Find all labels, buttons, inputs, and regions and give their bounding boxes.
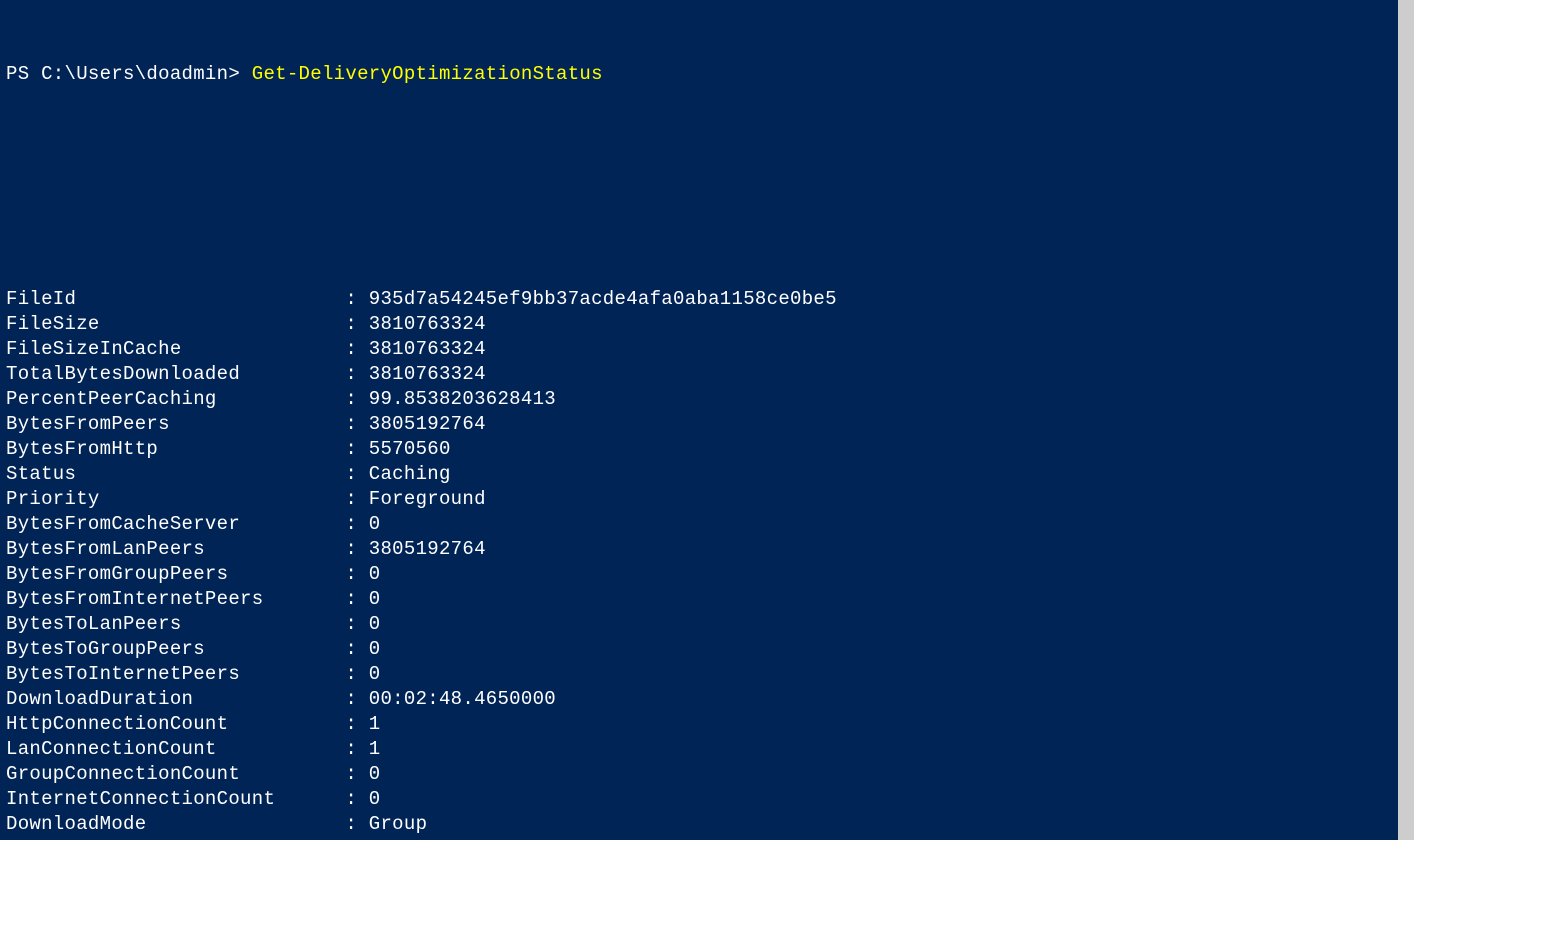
command-text: Get-DeliveryOptimizationStatus xyxy=(252,63,603,85)
output-row: PercentPeerCaching : 99.8538203628413 xyxy=(6,387,1392,412)
output-row: TotalBytesDownloaded : 3810763324 xyxy=(6,362,1392,387)
output-row: InternetConnectionCount : 0 xyxy=(6,787,1392,812)
output-row: FileSize : 3810763324 xyxy=(6,312,1392,337)
output-row: BytesFromInternetPeers : 0 xyxy=(6,587,1392,612)
output-row: BytesToGroupPeers : 0 xyxy=(6,637,1392,662)
output-row: BytesFromLanPeers : 3805192764 xyxy=(6,537,1392,562)
blank-line xyxy=(6,212,1392,237)
output-row: FileId : 935d7a54245ef9bb37acde4afa0aba1… xyxy=(6,287,1392,312)
output-row: LanConnectionCount : 1 xyxy=(6,737,1392,762)
output-row: BytesToLanPeers : 0 xyxy=(6,612,1392,637)
output-row: BytesFromHttp : 5570560 xyxy=(6,437,1392,462)
prompt-prefix: PS C:\Users\doadmin> xyxy=(6,63,252,85)
output-row: HttpConnectionCount : 1 xyxy=(6,712,1392,737)
output-row: DownloadMode : Group xyxy=(6,812,1392,837)
output-row: SourceURL : http://tlu.dl.delivery.mp.mi… xyxy=(6,837,1392,840)
output-row: BytesToInternetPeers : 0 xyxy=(6,662,1392,687)
powershell-terminal[interactable]: PS C:\Users\doadmin> Get-DeliveryOptimiz… xyxy=(0,0,1398,840)
output-row: Priority : Foreground xyxy=(6,487,1392,512)
output-row: Status : Caching xyxy=(6,462,1392,487)
output-block: FileId : 935d7a54245ef9bb37acde4afa0aba1… xyxy=(6,287,1392,840)
output-row: BytesFromCacheServer : 0 xyxy=(6,512,1392,537)
output-row: DownloadDuration : 00:02:48.4650000 xyxy=(6,687,1392,712)
command-line: PS C:\Users\doadmin> Get-DeliveryOptimiz… xyxy=(6,62,1392,87)
output-row: FileSizeInCache : 3810763324 xyxy=(6,337,1392,362)
vertical-scrollbar[interactable] xyxy=(1398,0,1414,840)
output-row: GroupConnectionCount : 0 xyxy=(6,762,1392,787)
blank-line xyxy=(6,137,1392,162)
scrollbar-thumb[interactable] xyxy=(1398,0,1414,840)
output-row: BytesFromPeers : 3805192764 xyxy=(6,412,1392,437)
output-row: BytesFromGroupPeers : 0 xyxy=(6,562,1392,587)
